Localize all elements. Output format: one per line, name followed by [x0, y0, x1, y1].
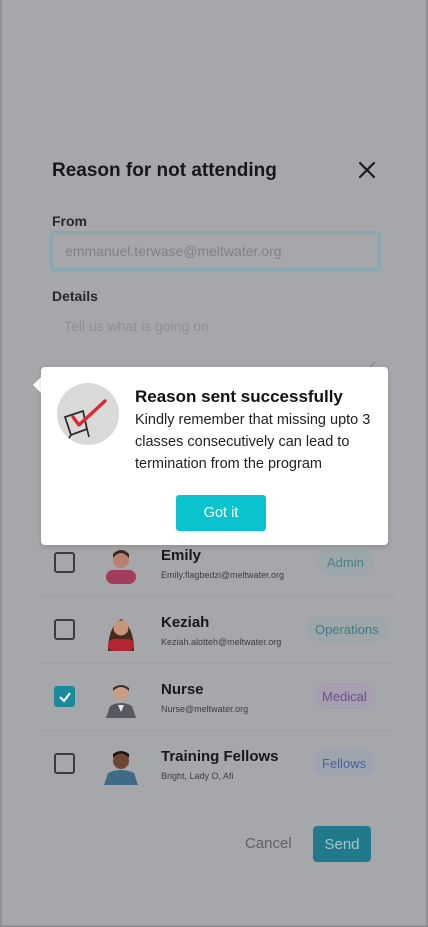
- recipient-checkbox[interactable]: [54, 753, 75, 774]
- from-label: From: [52, 213, 87, 229]
- recipient-email: Nurse@meltwater.org: [161, 704, 249, 714]
- avatar: [108, 619, 134, 651]
- recipient-checkbox[interactable]: [54, 552, 75, 573]
- details-label: Details: [52, 288, 98, 304]
- role-badge: Fellows: [313, 750, 376, 776]
- cancel-button[interactable]: Cancel: [245, 835, 292, 852]
- dialog-title: Reason for not attending: [52, 160, 277, 181]
- got-it-button[interactable]: Got it: [176, 495, 266, 531]
- avatar: [106, 550, 136, 584]
- from-value: emmanuel.terwase@meltwater.org: [65, 243, 282, 259]
- recipient-email: Keziah.alotteh@meltwater.org: [161, 637, 282, 647]
- recipient-row-fellows[interactable]: Training Fellows Bright, Lady O, Afi Fel…: [40, 731, 395, 798]
- recipient-checkbox[interactable]: [54, 686, 75, 707]
- send-button[interactable]: Send: [313, 826, 371, 862]
- popup-title: Reason sent successfully: [135, 387, 343, 406]
- check-icon: [59, 692, 71, 703]
- recipient-checkbox[interactable]: [54, 619, 75, 640]
- role-badge: Medical: [313, 683, 376, 709]
- recipient-row-nurse[interactable]: Nurse Nurse@meltwater.org Medical: [40, 664, 395, 731]
- details-textarea[interactable]: Tell us what is going on: [64, 318, 209, 334]
- recipient-name: Nurse: [161, 681, 204, 698]
- close-icon[interactable]: [357, 160, 377, 180]
- recipient-members: Bright, Lady O, Afi: [161, 771, 234, 781]
- role-badge: Admin: [318, 549, 373, 575]
- recipient-name: Training Fellows: [161, 748, 279, 765]
- recipient-name: Emily: [161, 547, 202, 564]
- recipient-email: Emily.flagbedzi@meltwater.org: [161, 570, 285, 580]
- success-popup: Reason sent successfully Kindly remember…: [41, 367, 388, 545]
- recipient-list: Emily Emily.flagbedzi@meltwater.org Admi…: [40, 530, 395, 798]
- from-field[interactable]: emmanuel.terwase@meltwater.org: [50, 231, 381, 271]
- avatar: [104, 751, 138, 785]
- recipient-name: Keziah: [161, 614, 210, 631]
- recipient-row-keziah[interactable]: Keziah Keziah.alotteh@meltwater.org Oper…: [40, 597, 395, 664]
- role-badge: Operations: [306, 616, 388, 642]
- avatar: [106, 685, 136, 718]
- checklist-icon: [57, 383, 119, 445]
- popup-message: Kindly remember that missing upto 3 clas…: [135, 412, 371, 472]
